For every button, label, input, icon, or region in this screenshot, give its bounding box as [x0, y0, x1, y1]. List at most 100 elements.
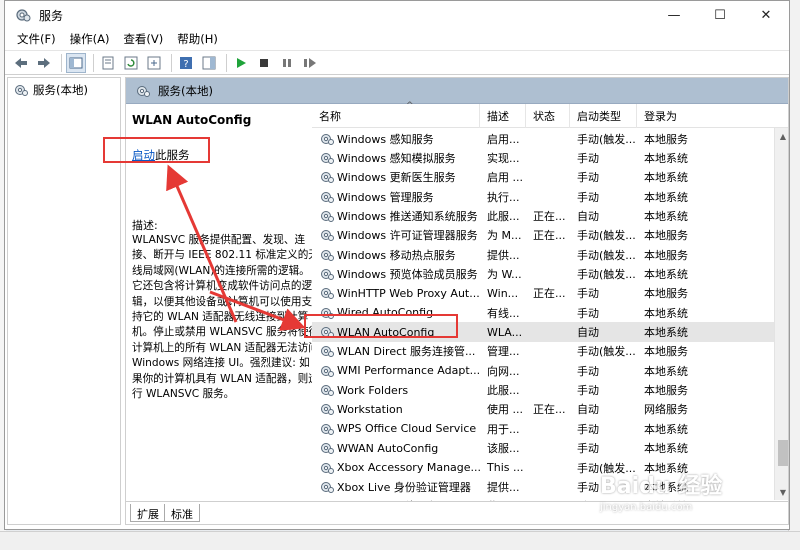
table-row[interactable]: WPS Office Cloud Service 用于... 手动 本地系统 [312, 419, 774, 438]
column-header-status[interactable]: 状态 [526, 104, 570, 128]
services-pane: 服务(本地) WLAN AutoConfig 启动此服务 描述: WLANSVC… [125, 77, 789, 525]
service-name: Windows 更新医生服务 [337, 171, 456, 185]
column-header-log-on-as[interactable]: 登录为 [637, 104, 725, 128]
cell-name: Windows 感知服务 [312, 131, 480, 147]
table-row[interactable]: WMI Performance Adapt... 向网... 手动 本地系统 [312, 361, 774, 380]
table-row[interactable]: WLAN Direct 服务连接管... 管理... 手动(触发... 本地服务 [312, 342, 774, 361]
pause-service-icon[interactable] [277, 53, 297, 73]
menu-file[interactable]: 文件(F) [11, 29, 62, 49]
svg-text:?: ? [183, 59, 188, 70]
close-button[interactable]: ✕ [743, 1, 789, 29]
table-row[interactable]: WWAN AutoConfig 该服... 手动 本地系统 [312, 439, 774, 458]
services-gear-icon [15, 85, 28, 96]
menu-bar: 文件(F) 操作(A) 查看(V) 帮助(H) [5, 29, 789, 49]
table-row[interactable]: Windows 移动热点服务 提供... 手动(触发... 本地服务 [312, 245, 774, 264]
cell-description: 用于... [487, 422, 520, 436]
cell-startup-type: 手动 [577, 422, 599, 436]
service-name: Windows 移动热点服务 [337, 248, 456, 262]
vertical-scrollbar[interactable]: ▲ ▼ [774, 128, 788, 500]
service-gear-icon [321, 443, 334, 455]
cell-startup-type: 手动(触发... [577, 268, 636, 282]
title-bar[interactable]: 服务 — ☐ ✕ [5, 1, 789, 29]
table-row[interactable]: Windows 感知模拟服务 实现... 手动 本地系统 [312, 148, 774, 167]
scroll-up-arrow-icon[interactable]: ▲ [775, 128, 788, 144]
tree-item-services-local[interactable]: 服务(本地) [14, 82, 88, 98]
service-gear-icon [321, 269, 334, 281]
pane-header-title: 服务(本地) [158, 83, 213, 98]
table-row[interactable]: Windows 感知服务 启用... 手动(触发... 本地服务 [312, 129, 774, 148]
forward-arrow-icon[interactable] [34, 53, 54, 73]
properties-icon[interactable] [98, 53, 118, 73]
menu-help[interactable]: 帮助(H) [171, 29, 224, 49]
cell-startup-type: 手动(触发... [577, 229, 636, 243]
show-hide-action-pane-icon[interactable] [199, 53, 219, 73]
column-header-description[interactable]: 描述 [480, 104, 526, 128]
services-gear-icon [137, 85, 150, 97]
cell-startup-type: 手动 [577, 190, 599, 204]
toolbar-separator [93, 53, 94, 72]
service-description: WLANSVC 服务提供配置、发现、连接、断开与 IEEE 802.11 标准定… [132, 234, 320, 401]
cell-description: 为 M... [487, 229, 522, 243]
console-tree-icon[interactable] [66, 52, 86, 73]
export-list-icon[interactable] [144, 53, 164, 73]
cell-name: Windows 许可证管理器服务 [312, 227, 480, 243]
cell-name: Workstation [312, 402, 480, 416]
sort-ascending-icon: ^ [406, 101, 414, 111]
cell-startup-type: 手动(触发... [577, 248, 636, 262]
cell-startup-type: 手动 [577, 384, 599, 398]
cell-name: WPS Office Cloud Service [312, 422, 480, 436]
cell-name: Windows 移动热点服务 [312, 247, 480, 263]
back-arrow-icon[interactable] [11, 53, 31, 73]
start-service-icon[interactable] [231, 53, 251, 73]
refresh-icon[interactable] [121, 53, 141, 73]
watermark-main: Baidu 经验 [600, 474, 723, 499]
cell-description: 实现... [487, 152, 520, 166]
tab-standard[interactable]: 标准 [164, 504, 200, 522]
cell-startup-type: 手动 [577, 442, 599, 456]
cell-log-on-as: 本地系统 [644, 442, 688, 456]
cell-startup-type: 手动 [577, 152, 599, 166]
cell-name: Work Folders [312, 383, 480, 397]
cell-status: 正在... [533, 403, 566, 417]
cell-description: 向网... [487, 364, 520, 378]
table-row[interactable]: Workstation 使用 ... 正在... 自动 网络服务 [312, 400, 774, 419]
cell-log-on-as: 本地服务 [644, 345, 688, 359]
table-row[interactable]: Windows 预览体验成员服务为 W... 手动(触发... 本地系统 [312, 264, 774, 283]
stop-service-icon[interactable] [254, 53, 274, 73]
scroll-down-arrow-icon[interactable]: ▼ [775, 484, 788, 500]
cell-name: Windows 管理服务 [312, 189, 480, 205]
cell-log-on-as: 本地系统 [644, 152, 688, 166]
table-row[interactable]: WinHTTP Web Proxy Aut... Win... 正在... 手动 本地服… [312, 284, 774, 303]
cell-log-on-as: 网络服务 [644, 403, 688, 417]
maximize-button[interactable]: ☐ [697, 1, 743, 29]
cell-name: WMI Performance Adapt... [312, 364, 480, 378]
cell-description: Win... [487, 286, 519, 300]
service-name: Xbox Live 身份验证管理器 [337, 480, 471, 494]
restart-service-icon[interactable] [300, 53, 320, 73]
table-row[interactable]: Windows 推送通知系统服务 此服... 正在... 自动 本地系统 [312, 206, 774, 225]
cell-log-on-as: 本地系统 [644, 306, 688, 320]
service-name: Windows 推送通知系统服务 [337, 210, 478, 224]
cell-startup-type: 自动 [577, 403, 599, 417]
scrollbar-thumb[interactable] [778, 440, 788, 466]
cell-description: 执行... [487, 190, 520, 204]
cell-description: 启用... [487, 132, 520, 146]
menu-action[interactable]: 操作(A) [64, 29, 116, 49]
minimize-button[interactable]: — [651, 1, 697, 29]
table-row[interactable]: Windows 管理服务 执行... 手动 本地系统 [312, 187, 774, 206]
table-row[interactable]: Windows 更新医生服务 启用 ... 手动 本地系统 [312, 168, 774, 187]
service-gear-icon [321, 133, 334, 145]
menu-view[interactable]: 查看(V) [117, 29, 169, 49]
cell-startup-type: 手动 [577, 306, 599, 320]
column-header-name[interactable]: ^ 名称 [312, 101, 480, 128]
service-gear-icon [321, 365, 334, 377]
help-icon[interactable]: ? [176, 53, 196, 73]
table-row[interactable]: Windows 许可证管理器服务为 M... 正在... 手动(触发... 本地服务 [312, 226, 774, 245]
column-header-startup-type[interactable]: 启动类型 [570, 104, 637, 128]
table-row[interactable]: Work Folders 此服... 手动 本地服务 [312, 380, 774, 399]
service-name: WPS Office Cloud Service [337, 422, 477, 436]
cell-status: 正在... [533, 229, 566, 243]
tab-extended[interactable]: 扩展 [130, 504, 166, 522]
toolbar: ? [5, 50, 789, 75]
service-gear-icon [321, 153, 334, 165]
